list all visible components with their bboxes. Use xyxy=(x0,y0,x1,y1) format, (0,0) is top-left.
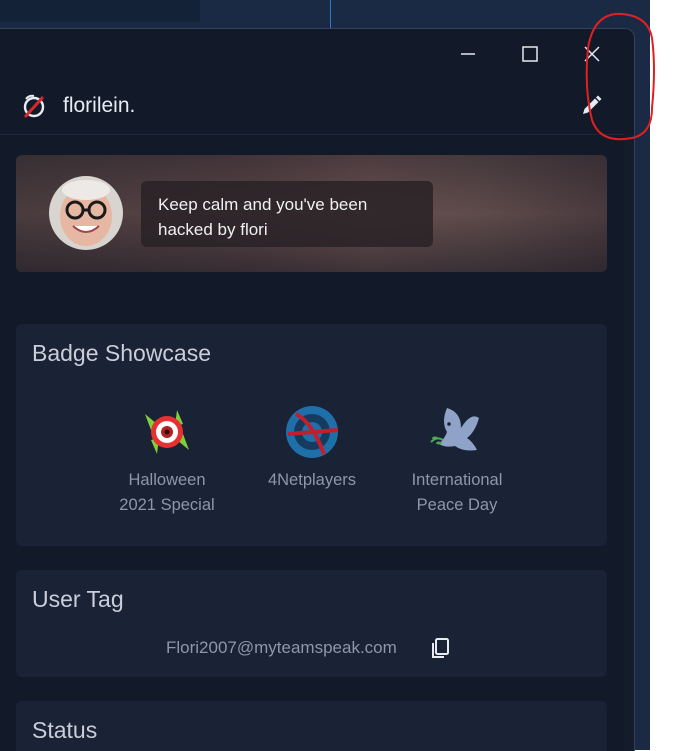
status-title: Status xyxy=(32,717,98,743)
background-window-edge xyxy=(0,0,200,22)
username: florilein. xyxy=(63,94,136,117)
scrollbar[interactable] xyxy=(624,134,634,751)
maximize-icon xyxy=(522,46,538,62)
badge-label: 4Netplayers xyxy=(267,471,357,489)
badge-showcase-card: Badge Showcase Halloween 2021 Special 4N… xyxy=(16,324,607,546)
minimize-button[interactable] xyxy=(448,39,488,69)
status-card: Status xyxy=(16,701,607,751)
profile-window: florilein. Keep calm and you've been hac… xyxy=(0,28,635,751)
status-message-text: Keep calm and you've been hacked by flor… xyxy=(158,195,368,239)
badge-peace-day[interactable]: International Peace Day xyxy=(392,402,522,518)
maximize-button[interactable] xyxy=(510,39,550,69)
background-divider xyxy=(330,0,331,28)
user-tag-value: Flori2007@myteamspeak.com xyxy=(166,638,397,657)
peace-dove-badge-icon xyxy=(430,408,479,451)
profile-header: florilein. xyxy=(0,79,634,135)
badge-halloween[interactable]: Halloween 2021 Special xyxy=(102,402,232,518)
annotation-circle xyxy=(585,12,655,141)
user-tag-title: User Tag xyxy=(32,586,124,612)
minimize-icon xyxy=(461,53,475,55)
teamspeak-logo-icon xyxy=(23,94,45,119)
badge-4netplayers[interactable]: 4Netplayers xyxy=(247,402,377,493)
title-bar xyxy=(0,29,634,79)
profile-banner: Keep calm and you've been hacked by flor… xyxy=(16,155,607,272)
4netplayers-badge-icon xyxy=(286,406,339,458)
copy-icon[interactable] xyxy=(428,636,452,660)
halloween-candy-badge-icon xyxy=(145,410,189,454)
user-tag-card: User Tag Flori2007@myteamspeak.com xyxy=(16,570,607,677)
badge-label: International Peace Day xyxy=(411,471,503,514)
status-message-bubble: Keep calm and you've been hacked by flor… xyxy=(141,181,433,247)
badge-label: Halloween 2021 Special xyxy=(119,471,215,514)
avatar xyxy=(49,176,123,250)
badge-showcase-title: Badge Showcase xyxy=(32,340,212,366)
